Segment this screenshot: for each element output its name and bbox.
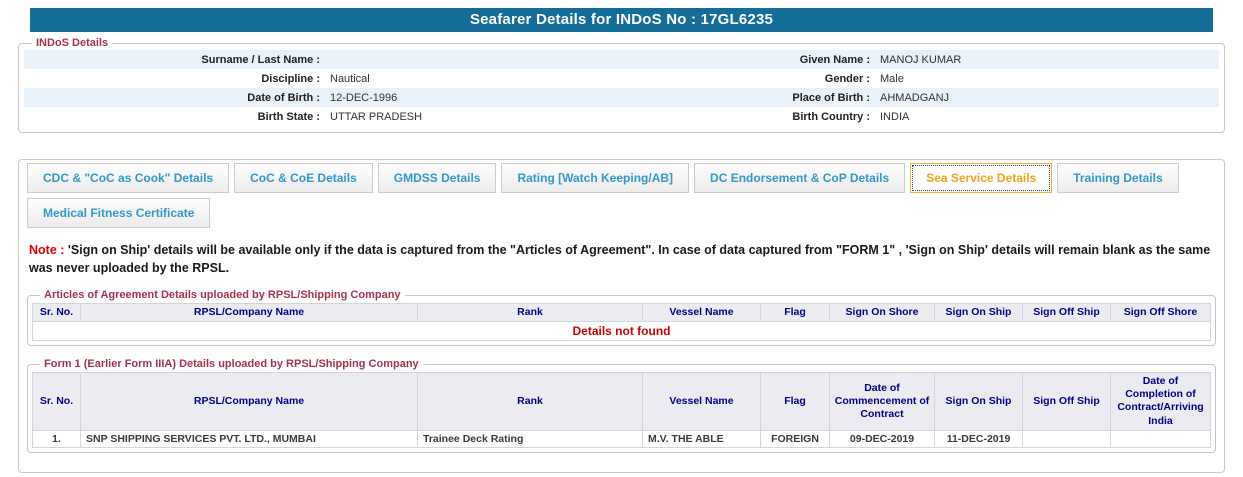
birth-country-label: Birth Country : [792,110,870,123]
cell-sign-on-ship: 11-DEC-2019 [934,429,1023,448]
col-rpsl-company-name: RPSL/Company Name [80,302,418,323]
col-sign-off-ship: Sign Off Ship [1022,372,1111,431]
tab-content-panel: CDC & "CoC as Cook" Details CoC & CoE De… [18,159,1225,473]
tabs-row-2: Medical Fitness Certificate [27,198,1216,228]
col-flag: Flag [760,372,830,431]
cell-rank: Trainee Deck Rating [417,429,643,448]
discipline-value: Nautical [330,72,370,85]
col-rpsl-company-name: RPSL/Company Name [80,372,418,431]
birth-state-value: UTTAR PRADESH [330,110,423,123]
articles-empty-row: Details not found [32,321,1211,342]
col-date-of-commencement: Date of Commencement of Contract [829,372,935,431]
indos-row-birth: Date of Birth : 12-DEC-1996 Place of Bir… [24,88,1219,107]
birth-country-value: INDIA [880,110,910,123]
place-of-birth-label: Place of Birth : [792,91,870,104]
tab-gmdss[interactable]: GMDSS Details [377,163,497,193]
col-sign-on-ship: Sign On Ship [934,302,1023,323]
col-sign-off-ship: Sign Off Ship [1022,302,1111,323]
given-name-label: Given Name : [799,53,870,66]
tab-rating-watch-keeping[interactable]: Rating [Watch Keeping/AB] [501,163,690,193]
form1-details-section: Form 1 (Earlier Form IIIA) Details uploa… [27,358,1216,453]
dob-label: Date of Birth : [247,91,320,104]
seafarer-details-page: Seafarer Details for INDoS No : 17GL6235… [0,0,1243,477]
articles-of-agreement-section: Articles of Agreement Details uploaded b… [27,289,1216,347]
gender-label: Gender : [824,72,870,85]
table-row: 1. SNP SHIPPING SERVICES PVT. LTD., MUMB… [32,429,1211,448]
col-sign-off-shore: Sign Off Shore [1110,302,1211,323]
note-text: 'Sign on Ship' details will be available… [29,243,1211,275]
articles-header-row: Sr. No. RPSL/Company Name Rank Vessel Na… [32,302,1211,323]
cell-completion-date [1110,429,1211,448]
surname-label: Surname / Last Name : [201,53,320,66]
cell-company-name: SNP SHIPPING SERVICES PVT. LTD., MUMBAI [80,429,418,448]
col-vessel-name: Vessel Name [642,372,761,431]
cell-vessel-name: M.V. THE ABLE [642,429,761,448]
indos-row-discipline: Discipline : Nautical Gender : Male [24,69,1219,88]
indos-details-legend: INDoS Details [36,37,109,49]
page-title: Seafarer Details for INDoS No : 17GL6235 [30,8,1213,32]
form1-details-table: Sr. No. RPSL/Company Name Rank Vessel Na… [32,372,1211,448]
birth-state-label: Birth State : [257,110,320,123]
cell-sr-no: 1. [32,429,81,448]
col-sr-no: Sr. No. [32,372,81,431]
place-of-birth-value: AHMADGANJ [880,91,950,104]
col-rank: Rank [417,302,643,323]
discipline-label: Discipline : [261,72,320,85]
form1-details-legend: Form 1 (Earlier Form IIIA) Details uploa… [44,358,419,371]
articles-of-agreement-legend: Articles of Agreement Details uploaded b… [44,289,401,301]
tab-coc-coe[interactable]: CoC & CoE Details [234,163,373,193]
tab-sea-service-details[interactable]: Sea Service Details [910,163,1053,193]
col-sign-on-shore: Sign On Shore [829,302,935,323]
note-prefix: Note : [29,243,65,257]
form1-header-row: Sr. No. RPSL/Company Name Rank Vessel Na… [32,372,1211,431]
cell-commencement-date: 09-DEC-2019 [829,429,935,448]
col-vessel-name: Vessel Name [642,302,761,323]
tab-dc-endorsement-cop[interactable]: DC Endorsement & CoP Details [694,163,906,193]
indos-row-name: Surname / Last Name : Given Name : MANOJ… [24,50,1219,69]
col-date-of-completion: Date of Completion of Contract/Arriving … [1110,372,1211,431]
given-name-value: MANOJ KUMAR [880,53,962,66]
col-sr-no: Sr. No. [32,302,81,323]
sign-on-ship-note: Note : 'Sign on Ship' details will be av… [29,242,1214,277]
col-sign-on-ship: Sign On Ship [934,372,1023,431]
tab-medical-fitness-certificate[interactable]: Medical Fitness Certificate [27,198,211,228]
indos-details-section: INDoS Details Surname / Last Name : Give… [18,37,1225,133]
cell-flag: FOREIGN [760,429,830,448]
articles-of-agreement-table: Sr. No. RPSL/Company Name Rank Vessel Na… [32,302,1211,342]
indos-row-state: Birth State : UTTAR PRADESH Birth Countr… [24,107,1219,126]
col-flag: Flag [760,302,830,323]
dob-value: 12-DEC-1996 [330,91,398,104]
tab-cdc-coc-as-cook[interactable]: CDC & "CoC as Cook" Details [27,163,230,193]
gender-value: Male [880,72,904,85]
tabs-row-1: CDC & "CoC as Cook" Details CoC & CoE De… [27,163,1216,193]
tab-training-details[interactable]: Training Details [1057,163,1179,193]
cell-sign-off-ship [1022,429,1111,448]
col-rank: Rank [417,372,643,431]
details-not-found-message: Details not found [32,321,1211,342]
